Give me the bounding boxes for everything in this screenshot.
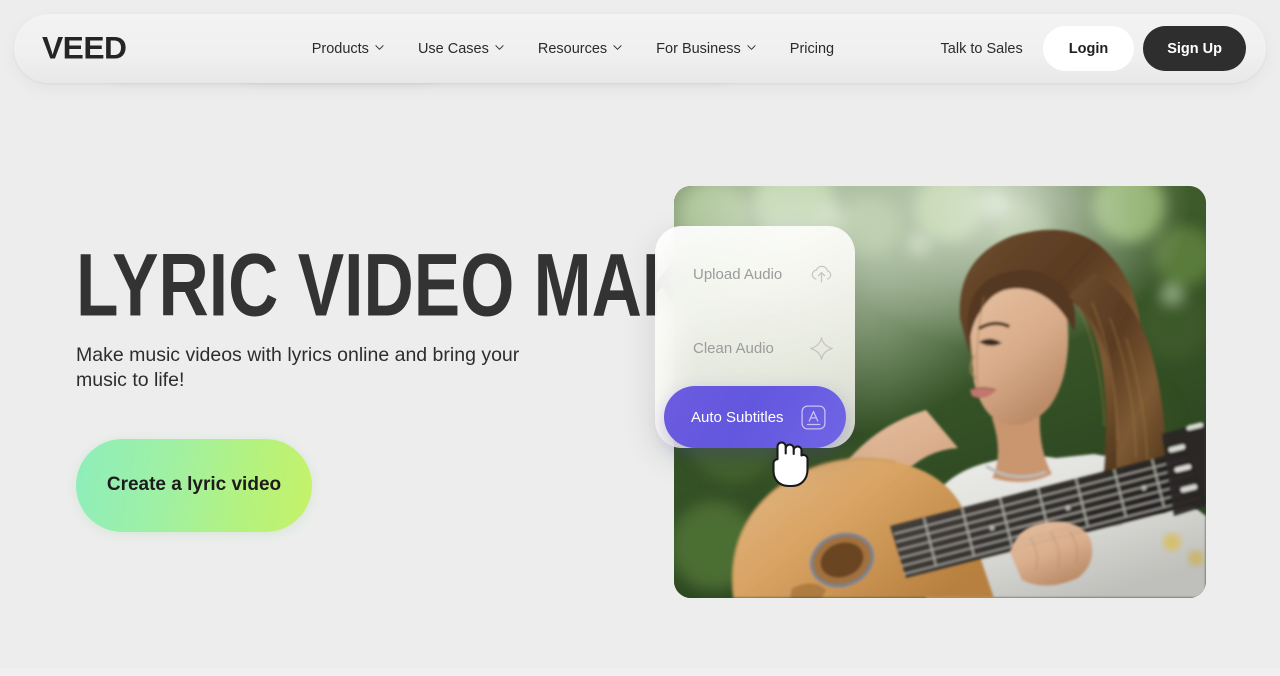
navbar: VEED Products Use Cases Resources For Bu… xyxy=(14,14,1266,83)
nav-item-products-label: Products xyxy=(311,40,369,57)
chevron-down-icon xyxy=(747,43,756,52)
nav-actions: Talk to Sales Login Sign Up xyxy=(941,26,1266,71)
pointing-hand-cursor xyxy=(764,432,812,488)
nav-item-resources[interactable]: Resources xyxy=(538,41,622,57)
option-clean-audio[interactable]: Clean Audio xyxy=(655,326,855,370)
option-auto-subtitles-label: Auto Subtitles xyxy=(691,408,784,426)
option-clean-audio-label: Clean Audio xyxy=(693,339,774,357)
nav-item-pricing[interactable]: Pricing xyxy=(790,41,834,57)
nav-item-use-cases-label: Use Cases xyxy=(417,40,489,57)
nav-item-for-business-label: For Business xyxy=(656,40,741,57)
signup-button[interactable]: Sign Up xyxy=(1143,26,1246,71)
nav-item-resources-label: Resources xyxy=(537,40,608,57)
talk-to-sales-link[interactable]: Talk to Sales xyxy=(941,41,1023,57)
subtitle-a-icon xyxy=(799,403,828,432)
nav-item-pricing-label: Pricing xyxy=(789,40,835,57)
option-upload-audio-label: Upload Audio xyxy=(693,265,783,283)
sparkle-icon xyxy=(808,335,835,362)
nav-item-for-business[interactable]: For Business xyxy=(656,41,756,57)
bottom-band xyxy=(0,668,1280,676)
hero-text-column: LYRIC VIDEO MAKER Make music videos with… xyxy=(76,235,789,532)
chevron-down-icon xyxy=(613,43,622,52)
chevron-down-icon xyxy=(495,43,504,52)
page-title: LYRIC VIDEO MAKER xyxy=(76,235,789,335)
nav-item-use-cases[interactable]: Use Cases xyxy=(418,41,504,57)
hero-subtitle: Make music videos with lyrics online and… xyxy=(76,343,520,392)
login-button[interactable]: Login xyxy=(1042,26,1135,71)
create-lyric-video-button[interactable]: Create a lyric video xyxy=(76,438,312,532)
option-auto-subtitles[interactable]: Auto Subtitles xyxy=(664,386,846,448)
nav-links: Products Use Cases Resources For Busines… xyxy=(312,41,834,57)
page-root: VEED Products Use Cases Resources For Bu… xyxy=(0,0,1280,676)
chevron-down-icon xyxy=(375,43,384,52)
cloud-upload-icon xyxy=(808,261,835,288)
veed-logo[interactable]: VEED xyxy=(42,31,127,66)
nav-item-products[interactable]: Products xyxy=(312,41,384,57)
audio-options-card: Upload Audio Clean Audio Auto Subtitles xyxy=(655,226,855,448)
option-upload-audio[interactable]: Upload Audio xyxy=(655,252,855,296)
